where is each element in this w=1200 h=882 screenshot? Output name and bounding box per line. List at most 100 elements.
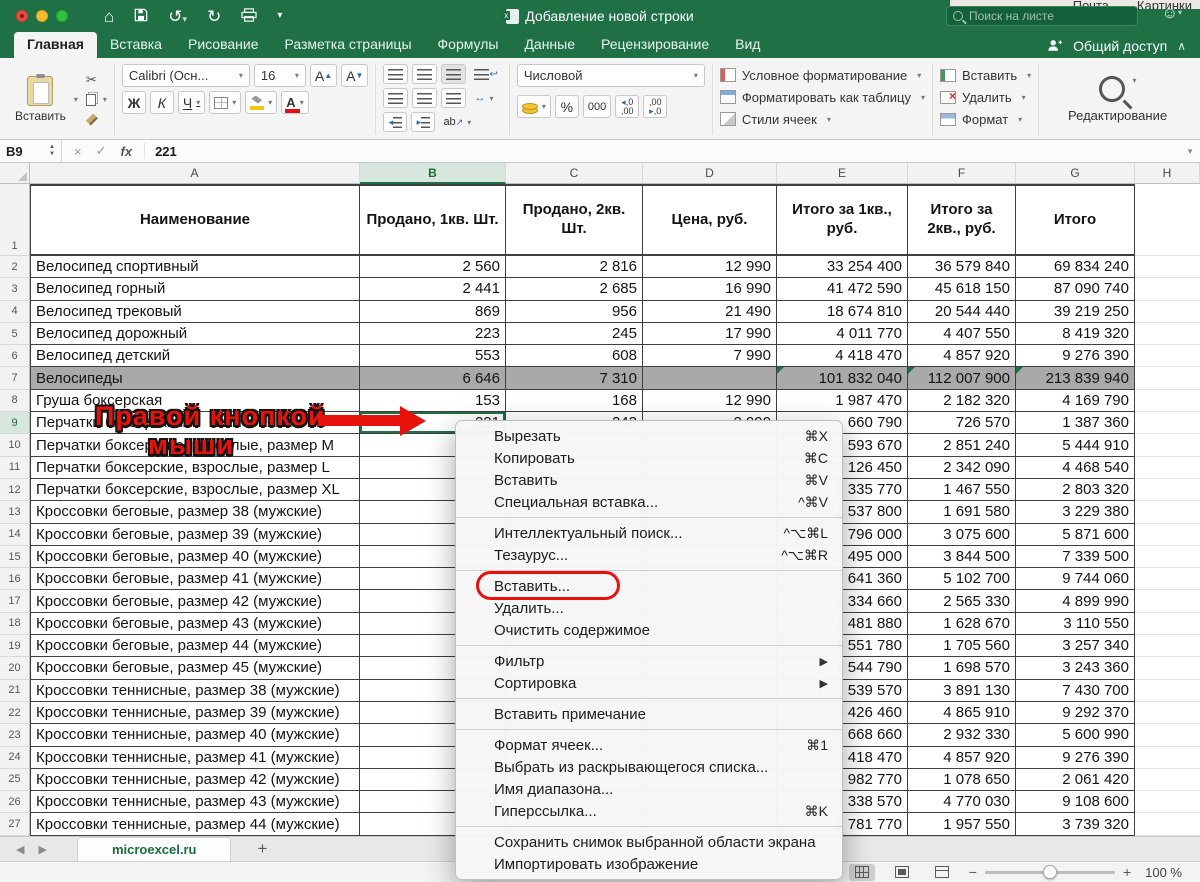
increase-indent-button[interactable]: ▸ <box>411 112 435 132</box>
cell-H3[interactable] <box>1135 278 1200 300</box>
cell-A2[interactable]: Велосипед спортивный <box>30 256 360 278</box>
cell-H20[interactable] <box>1135 657 1200 679</box>
zoom-slider-knob[interactable] <box>1043 865 1057 879</box>
sheet-tab[interactable]: microexcel.ru <box>77 837 232 861</box>
confirm-entry-icon[interactable]: ✓ <box>96 143 107 159</box>
cell-G4[interactable]: 39 219 250 <box>1016 301 1135 323</box>
save-icon[interactable] <box>134 8 148 25</box>
row-header-22[interactable]: 22 <box>0 702 30 724</box>
row-header-14[interactable]: 14 <box>0 524 30 546</box>
formula-bar-expand-icon[interactable]: ▼ <box>1186 147 1194 156</box>
cell-A3[interactable]: Велосипед горный <box>30 278 360 300</box>
cell-G19[interactable]: 3 257 340 <box>1016 635 1135 657</box>
header-cell-A1[interactable]: Наименование <box>30 184 360 256</box>
cell-G20[interactable]: 3 243 360 <box>1016 657 1135 679</box>
row-header-1[interactable]: 1 <box>0 184 30 256</box>
cell-A19[interactable]: Кроссовки беговые, размер 44 (мужские) <box>30 635 360 657</box>
column-header-A[interactable]: A <box>30 163 360 184</box>
cell-H6[interactable] <box>1135 345 1200 367</box>
column-header-G[interactable]: G <box>1016 163 1135 184</box>
cell-B6[interactable]: 553 <box>360 345 506 367</box>
cell-F19[interactable]: 1 705 560 <box>908 635 1016 657</box>
cell-F15[interactable]: 3 844 500 <box>908 546 1016 568</box>
cell-B3[interactable]: 2 441 <box>360 278 506 300</box>
sheet-search-box[interactable] <box>946 6 1138 26</box>
cell-A20[interactable]: Кроссовки беговые, размер 45 (мужские) <box>30 657 360 679</box>
cell-F23[interactable]: 2 932 330 <box>908 724 1016 746</box>
row-header-23[interactable]: 23 <box>0 724 30 746</box>
cell-B7[interactable]: 6 646 <box>360 367 506 389</box>
tab-8[interactable]: Вид <box>722 32 773 58</box>
cell-G24[interactable]: 9 276 390 <box>1016 747 1135 769</box>
cell-E8[interactable]: 1 987 470 <box>777 390 908 412</box>
wrap-text-button[interactable]: ↩ <box>470 64 501 84</box>
cell-G25[interactable]: 2 061 420 <box>1016 769 1135 791</box>
cell-styles-button[interactable]: Стили ячеек▾ <box>720 108 925 130</box>
tab-3[interactable]: Рисование <box>175 32 272 58</box>
menu-item[interactable]: Тезаурус...^⌥⌘R <box>456 544 842 566</box>
menu-item[interactable]: Сохранить снимок выбранной области экран… <box>456 831 842 853</box>
header-cell-C1[interactable]: Продано, 2кв. Шт. <box>506 184 643 256</box>
align-bottom-button[interactable] <box>441 64 466 84</box>
cell-F18[interactable]: 1 628 670 <box>908 613 1016 635</box>
cell-G17[interactable]: 4 899 990 <box>1016 590 1135 612</box>
close-window-button[interactable] <box>16 10 28 22</box>
column-header-C[interactable]: C <box>506 163 643 184</box>
collapse-ribbon-icon[interactable]: ∧ <box>1177 39 1186 53</box>
cell-D6[interactable]: 7 990 <box>643 345 777 367</box>
cell-H24[interactable] <box>1135 747 1200 769</box>
copy-button[interactable]: ▾ <box>86 91 107 108</box>
cell-H11[interactable] <box>1135 457 1200 479</box>
cell-G9[interactable]: 1 387 360 <box>1016 412 1135 434</box>
paste-button[interactable]: Вставить <box>15 76 66 123</box>
cell-A22[interactable]: Кроссовки теннисные, размер 39 (мужские) <box>30 702 360 724</box>
row-header-11[interactable]: 11 <box>0 457 30 479</box>
cell-G6[interactable]: 9 276 390 <box>1016 345 1135 367</box>
format-painter-button[interactable] <box>86 111 107 128</box>
cell-A23[interactable]: Кроссовки теннисные, размер 40 (мужские) <box>30 724 360 746</box>
cell-G7[interactable]: 213 839 940 <box>1016 367 1135 389</box>
cell-D8[interactable]: 12 990 <box>643 390 777 412</box>
font-name-combo[interactable]: Calibri (Осн...▾ <box>122 64 250 87</box>
cell-A6[interactable]: Велосипед детский <box>30 345 360 367</box>
cell-F7[interactable]: 112 007 900 <box>908 367 1016 389</box>
tab-2[interactable]: Вставка <box>97 32 175 58</box>
tab-1[interactable]: Главная <box>14 32 97 58</box>
search-input[interactable] <box>967 8 1107 24</box>
menu-item[interactable]: Сортировка▶ <box>456 672 842 694</box>
cell-H10[interactable] <box>1135 434 1200 456</box>
cell-H19[interactable] <box>1135 635 1200 657</box>
cell-G12[interactable]: 2 803 320 <box>1016 479 1135 501</box>
cell-G18[interactable]: 3 110 550 <box>1016 613 1135 635</box>
share-button[interactable]: Общий доступ <box>1073 38 1167 54</box>
cell-A14[interactable]: Кроссовки беговые, размер 39 (мужские) <box>30 524 360 546</box>
menu-item[interactable]: Интеллектуальный поиск...^⌥⌘L <box>456 522 842 544</box>
row-header-20[interactable]: 20 <box>0 657 30 679</box>
menu-item[interactable]: Вставить... <box>456 575 842 597</box>
add-sheet-button[interactable]: + <box>257 839 267 859</box>
row-header-7[interactable]: 7 <box>0 367 30 389</box>
row-header-6[interactable]: 6 <box>0 345 30 367</box>
cell-G13[interactable]: 3 229 380 <box>1016 501 1135 523</box>
cell-F25[interactable]: 1 078 650 <box>908 769 1016 791</box>
cell-G15[interactable]: 7 339 500 <box>1016 546 1135 568</box>
cell-F11[interactable]: 2 342 090 <box>908 457 1016 479</box>
cell-D7[interactable] <box>643 367 777 389</box>
cell-F8[interactable]: 2 182 320 <box>908 390 1016 412</box>
tab-4[interactable]: Разметка страницы <box>272 32 425 58</box>
insert-function-icon[interactable]: fx <box>121 144 133 159</box>
cell-A27[interactable]: Кроссовки теннисные, размер 44 (мужские) <box>30 813 360 835</box>
header-cell-F1[interactable]: Итого за 2кв., руб. <box>908 184 1016 256</box>
decrease-decimal-button[interactable]: ,00▸,0 <box>643 95 667 118</box>
redo-icon[interactable]: ↻ <box>207 8 221 25</box>
page-break-view-button[interactable] <box>929 864 955 881</box>
tab-6[interactable]: Данные <box>511 32 588 58</box>
cell-G14[interactable]: 5 871 600 <box>1016 524 1135 546</box>
column-header-F[interactable]: F <box>908 163 1016 184</box>
cell-H2[interactable] <box>1135 256 1200 278</box>
cell-E2[interactable]: 33 254 400 <box>777 256 908 278</box>
row-header-24[interactable]: 24 <box>0 747 30 769</box>
cut-button[interactable]: ✂ <box>86 71 107 88</box>
comma-style-button[interactable]: 000 <box>583 95 611 118</box>
row-header-16[interactable]: 16 <box>0 568 30 590</box>
